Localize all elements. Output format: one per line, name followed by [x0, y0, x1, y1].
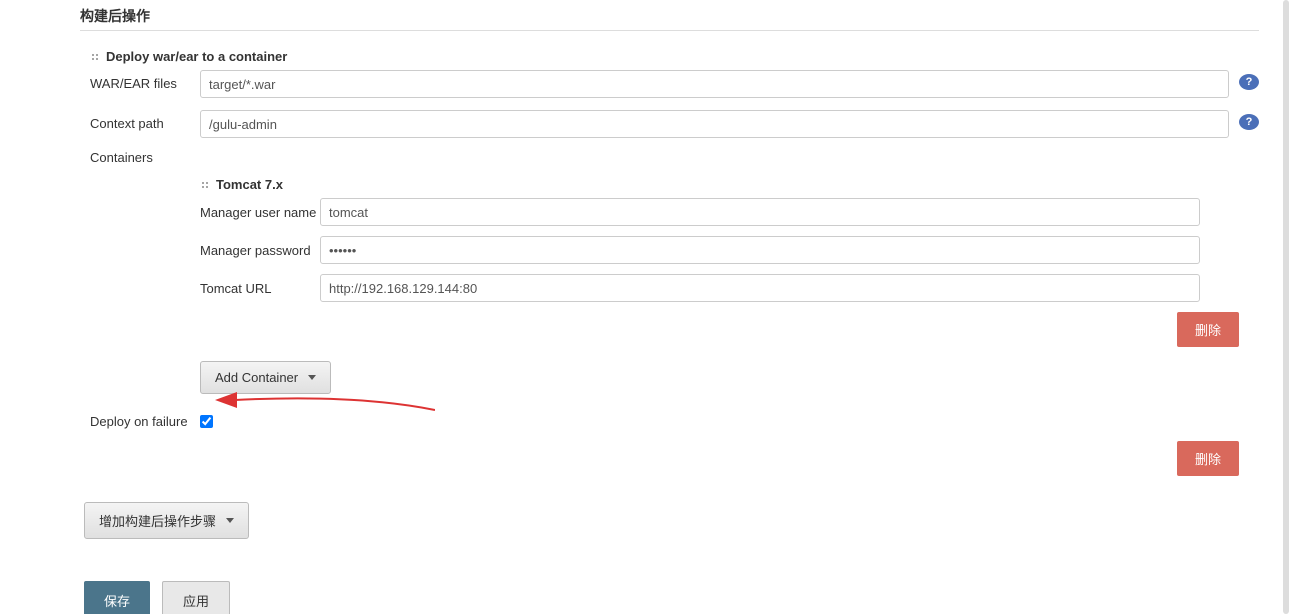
container-header: Tomcat 7.x: [200, 177, 1259, 192]
bottom-buttons: 保存 应用: [80, 581, 1259, 614]
chevron-down-icon: [226, 518, 234, 523]
war-ear-label: WAR/EAR files: [80, 70, 200, 91]
context-path-row: Context path ?: [80, 110, 1259, 138]
help-icon[interactable]: ?: [1239, 114, 1259, 130]
deploy-block-header: Deploy war/ear to a container: [80, 49, 1259, 64]
chevron-down-icon: [308, 375, 316, 380]
manager-password-label: Manager password: [200, 243, 320, 258]
tomcat-url-input[interactable]: [320, 274, 1200, 302]
context-path-field: [200, 110, 1233, 138]
container-delete-row: 删除: [200, 312, 1259, 347]
containers-row: Containers: [80, 150, 1259, 165]
add-postbuild-step-button[interactable]: 增加构建后操作步骤: [84, 502, 249, 539]
vertical-scrollbar[interactable]: [1283, 0, 1289, 614]
deploy-block-title: Deploy war/ear to a container: [106, 49, 287, 64]
context-path-input[interactable]: [200, 110, 1229, 138]
tomcat-url-label: Tomcat URL: [200, 281, 320, 296]
manager-user-row: Manager user name: [200, 198, 1259, 226]
save-button[interactable]: 保存: [84, 581, 150, 614]
add-container-label: Add Container: [215, 370, 298, 385]
war-ear-input[interactable]: [200, 70, 1229, 98]
help-icon[interactable]: ?: [1239, 74, 1259, 90]
add-postbuild-label: 增加构建后操作步骤: [99, 511, 216, 530]
tomcat-url-row: Tomcat URL: [200, 274, 1259, 302]
delete-block-button[interactable]: 删除: [1177, 441, 1239, 476]
manager-password-input[interactable]: [320, 236, 1200, 264]
deploy-on-failure-label: Deploy on failure: [90, 414, 188, 429]
page-root: 构建后操作 Deploy war/ear to a container WAR/…: [0, 0, 1289, 614]
manager-password-row: Manager password: [200, 236, 1259, 264]
drag-handle-icon[interactable]: [90, 52, 100, 62]
war-ear-row: WAR/EAR files ?: [80, 70, 1259, 98]
delete-container-button[interactable]: 删除: [1177, 312, 1239, 347]
add-container-row: Add Container: [200, 361, 1259, 394]
add-container-button[interactable]: Add Container: [200, 361, 331, 394]
section-divider: [80, 30, 1259, 31]
add-postbuild-row: 增加构建后操作步骤: [80, 502, 1259, 539]
deploy-on-failure-row: Deploy on failure: [80, 412, 1259, 431]
manager-user-input[interactable]: [320, 198, 1200, 226]
section-title: 构建后操作: [80, 0, 1259, 30]
deploy-on-failure-checkbox[interactable]: [200, 415, 213, 428]
manager-user-label: Manager user name: [200, 205, 320, 220]
war-ear-field: [200, 70, 1233, 98]
container-title: Tomcat 7.x: [216, 177, 283, 192]
apply-button[interactable]: 应用: [162, 581, 230, 614]
context-path-label: Context path: [80, 110, 200, 131]
tomcat-container-block: Tomcat 7.x Manager user name Manager pas…: [200, 177, 1259, 347]
containers-label: Containers: [80, 150, 200, 165]
outer-delete-row: 删除: [80, 441, 1259, 476]
drag-handle-icon[interactable]: [200, 180, 210, 190]
